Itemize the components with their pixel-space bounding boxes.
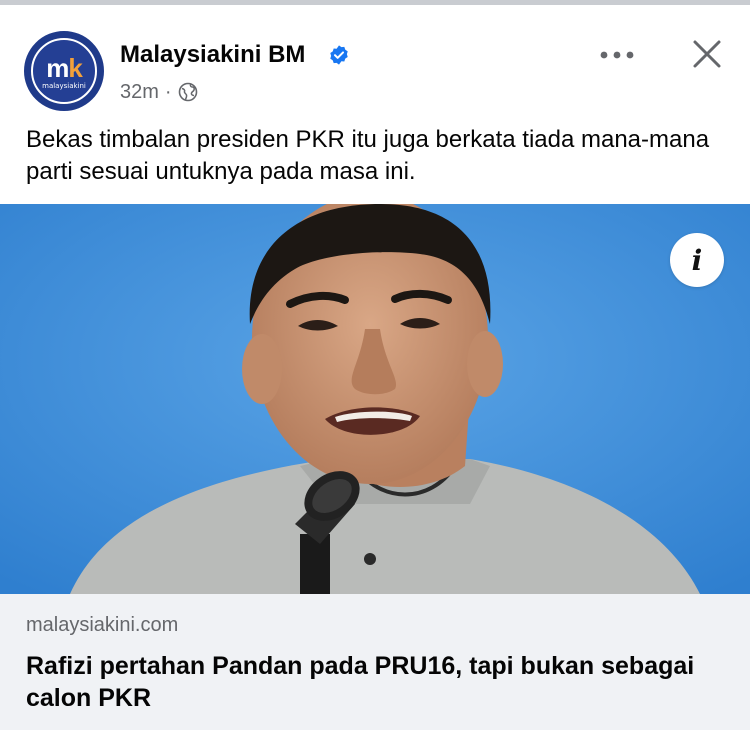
close-icon [693,40,721,68]
post-meta: 32m · [120,79,198,105]
avatar-logo-text: malaysiakini [42,82,86,90]
article-photo[interactable] [0,204,750,594]
more-options-icon [600,51,634,59]
post-time[interactable]: 32m [120,81,159,104]
info-icon: i [691,243,703,277]
article-photo-illustration [0,204,750,594]
link-domain: malaysiakini.com [26,614,179,636]
avatar-logo: mk malaysiakini [31,38,97,104]
meta-separator: · [164,80,172,103]
close-button[interactable] [684,31,730,77]
page-avatar[interactable]: mk malaysiakini [24,31,104,111]
logo-letter-k: k [68,53,83,83]
page-name[interactable]: Malaysiakini BM [120,41,305,69]
post-text: Bekas timbalan presiden PKR itu juga ber… [26,126,710,185]
avatar-logo-mark: mk [33,53,95,84]
globe-icon[interactable] [178,82,198,102]
link-title[interactable]: Rafizi pertahan Pandan pada PRU16, tapi … [26,650,716,714]
verified-badge-icon [330,45,348,65]
logo-letter-m: m [46,53,69,83]
info-button[interactable]: i [670,233,724,287]
link-preview-card[interactable]: malaysiakini.com Rafizi pertahan Pandan … [0,594,750,730]
post-header: mk malaysiakini Malaysiakini BM 32m · [0,5,750,113]
more-options-button[interactable] [594,35,640,75]
